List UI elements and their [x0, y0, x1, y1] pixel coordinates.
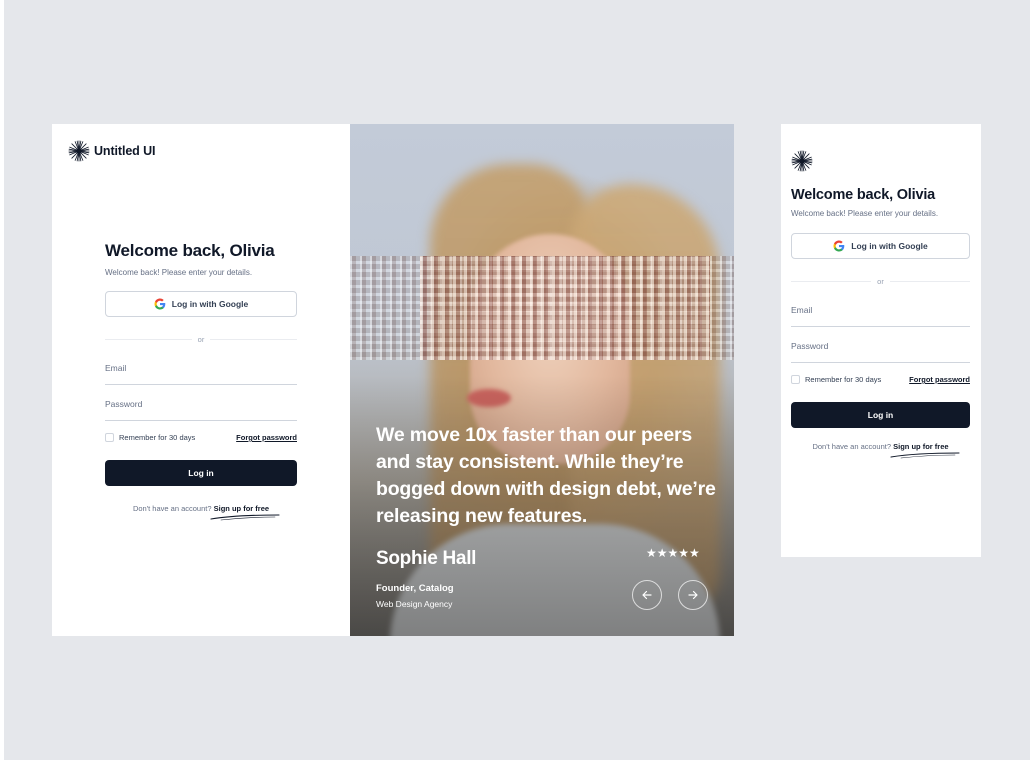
testimonial-role: Founder, Catalog — [376, 583, 454, 594]
mobile-page-title: Welcome back, Olivia — [791, 187, 936, 203]
form-options: Remember for 30 days Forgot password — [105, 433, 297, 442]
password-input[interactable] — [105, 397, 297, 409]
mobile-password-field — [791, 339, 970, 363]
scribble-underline-icon — [210, 514, 280, 521]
mobile-form-options: Remember for 30 days Forgot password — [791, 375, 970, 384]
canvas-backdrop: Untitled UI Welcome back, Olivia Welcome… — [4, 0, 1030, 760]
checkbox-box[interactable] — [105, 433, 114, 442]
mobile-login-card: Welcome back, Olivia Welcome back! Pleas… — [781, 124, 981, 557]
mobile-page-subtitle: Welcome back! Please enter your details. — [791, 209, 939, 218]
mobile-remember-checkbox[interactable]: Remember for 30 days — [791, 375, 881, 384]
form-pane: Untitled UI Welcome back, Olivia Welcome… — [52, 124, 350, 636]
arrow-left-icon — [642, 590, 652, 600]
mobile-password-input[interactable] — [791, 339, 970, 351]
or-divider-label: or — [191, 334, 211, 344]
mobile-email-field — [791, 303, 970, 327]
remember-checkbox[interactable]: Remember for 30 days — [105, 433, 195, 442]
signup-prompt: Don't have an account? — [132, 504, 212, 513]
previous-testimonial-button[interactable] — [632, 580, 662, 610]
mobile-or-divider-label: or — [871, 276, 890, 286]
mobile-signup-row: Don't have an account? Sign up for free — [791, 442, 970, 459]
mobile-forgot-password-link[interactable]: Forgot password — [909, 375, 970, 384]
signup-row: Don't have an account? Sign up for free — [105, 504, 297, 521]
arrow-right-icon — [688, 590, 698, 600]
google-icon — [833, 240, 845, 252]
email-input[interactable] — [105, 361, 297, 373]
desktop-login-card: Untitled UI Welcome back, Olivia Welcome… — [52, 124, 734, 636]
remember-label: Remember for 30 days — [119, 433, 196, 442]
page-title: Welcome back, Olivia — [105, 241, 275, 260]
google-login-button[interactable]: Log in with Google — [105, 291, 297, 317]
mobile-login-form: Welcome back, Olivia Welcome back! Pleas… — [791, 186, 970, 459]
scribble-underline-icon — [890, 452, 960, 459]
rating-stars: ★★★★★ — [646, 546, 700, 560]
brand-name: Untitled UI — [94, 144, 156, 158]
google-icon — [154, 298, 166, 310]
testimonial-photo-panel: We move 10x faster than our peers and st… — [350, 124, 734, 636]
forgot-password-link[interactable]: Forgot password — [236, 433, 297, 442]
email-field — [105, 361, 297, 385]
mobile-or-divider: or — [791, 275, 970, 287]
logo-starburst-icon[interactable] — [791, 150, 813, 172]
mobile-google-login-label: Log in with Google — [851, 241, 928, 251]
password-field — [105, 397, 297, 421]
login-button[interactable]: Log in — [105, 460, 297, 486]
brand[interactable]: Untitled UI — [68, 140, 156, 162]
mobile-signup-link[interactable]: Sign up for free — [893, 442, 948, 451]
mobile-remember-label: Remember for 30 days — [805, 375, 882, 384]
glass-distortion-core — [420, 256, 710, 360]
mobile-signup-prompt: Don't have an account? — [812, 442, 892, 451]
mobile-google-login-button[interactable]: Log in with Google — [791, 233, 970, 259]
google-login-label: Log in with Google — [171, 299, 249, 309]
testimonial-company: Web Design Agency — [376, 599, 453, 609]
signup-link[interactable]: Sign up for free — [214, 504, 269, 513]
logo-starburst-icon — [68, 140, 90, 162]
mobile-login-button[interactable]: Log in — [791, 402, 970, 428]
mobile-checkbox-box[interactable] — [791, 375, 800, 384]
or-divider: or — [105, 333, 297, 345]
page-subtitle: Welcome back! Please enter your details. — [105, 268, 253, 277]
next-testimonial-button[interactable] — [678, 580, 708, 610]
login-form: Welcome back, Olivia Welcome back! Pleas… — [105, 240, 297, 521]
mobile-email-input[interactable] — [791, 303, 970, 315]
testimonial-author: Sophie Hall — [376, 548, 477, 569]
testimonial-quote: We move 10x faster than our peers and st… — [376, 424, 716, 527]
